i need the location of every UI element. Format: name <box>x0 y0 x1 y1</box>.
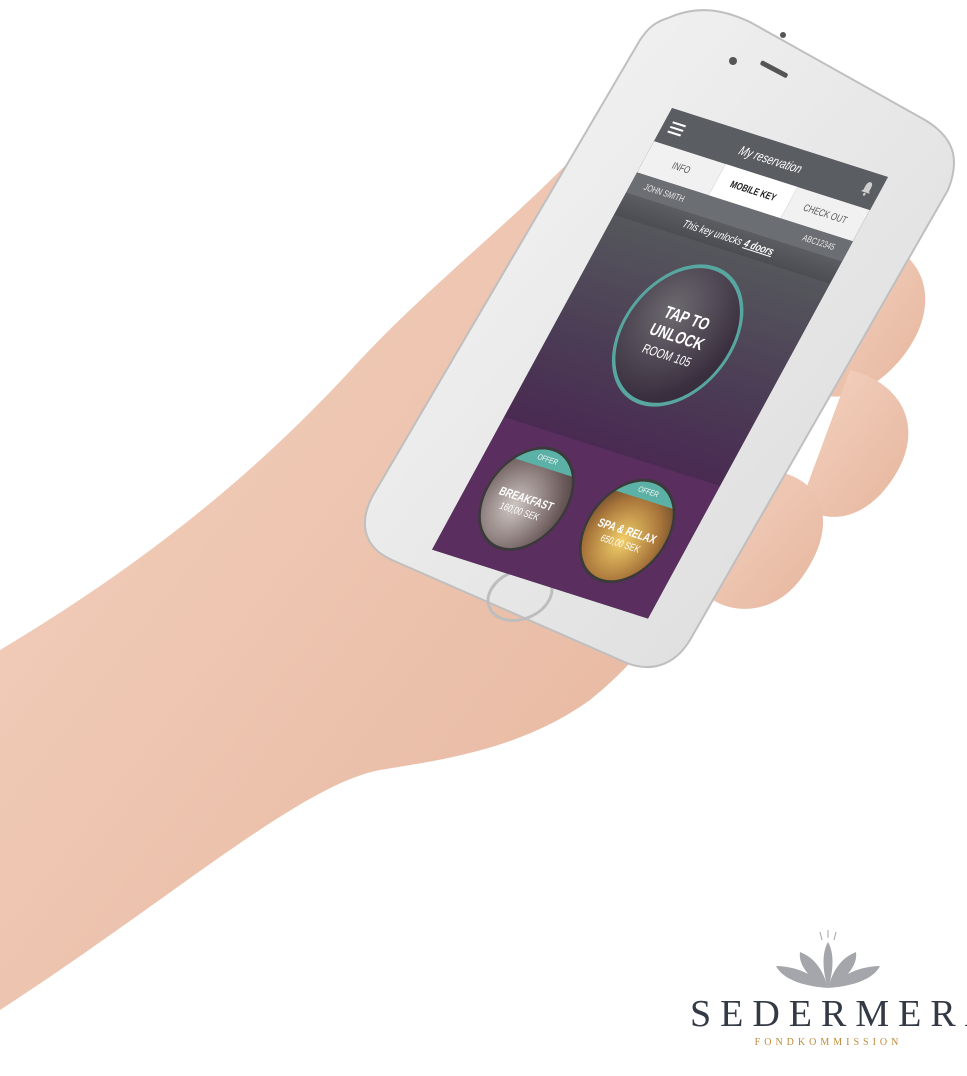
reservation-code: ABC12345 <box>800 232 838 252</box>
brand-subtitle: FONDKOMMISSION <box>754 1037 903 1048</box>
earpiece <box>760 60 788 78</box>
sedermera-logo: SEDERMERA FONDKOMMISSION <box>690 930 967 1076</box>
lotus-logo-icon <box>776 930 880 988</box>
menu-icon[interactable] <box>667 119 688 138</box>
finger-3 <box>700 470 824 609</box>
doors-link[interactable]: 4 doors <box>741 238 776 258</box>
brand-name: SEDERMERA <box>690 993 967 1035</box>
finger-2 <box>800 370 909 517</box>
bell-icon[interactable] <box>858 180 876 198</box>
scene: My reservation INFO MOBILE KEY CHECK OUT… <box>0 0 967 1076</box>
sensor <box>780 32 786 38</box>
front-camera <box>729 57 737 65</box>
phone-screen: My reservation INFO MOBILE KEY CHECK OUT… <box>432 108 888 619</box>
